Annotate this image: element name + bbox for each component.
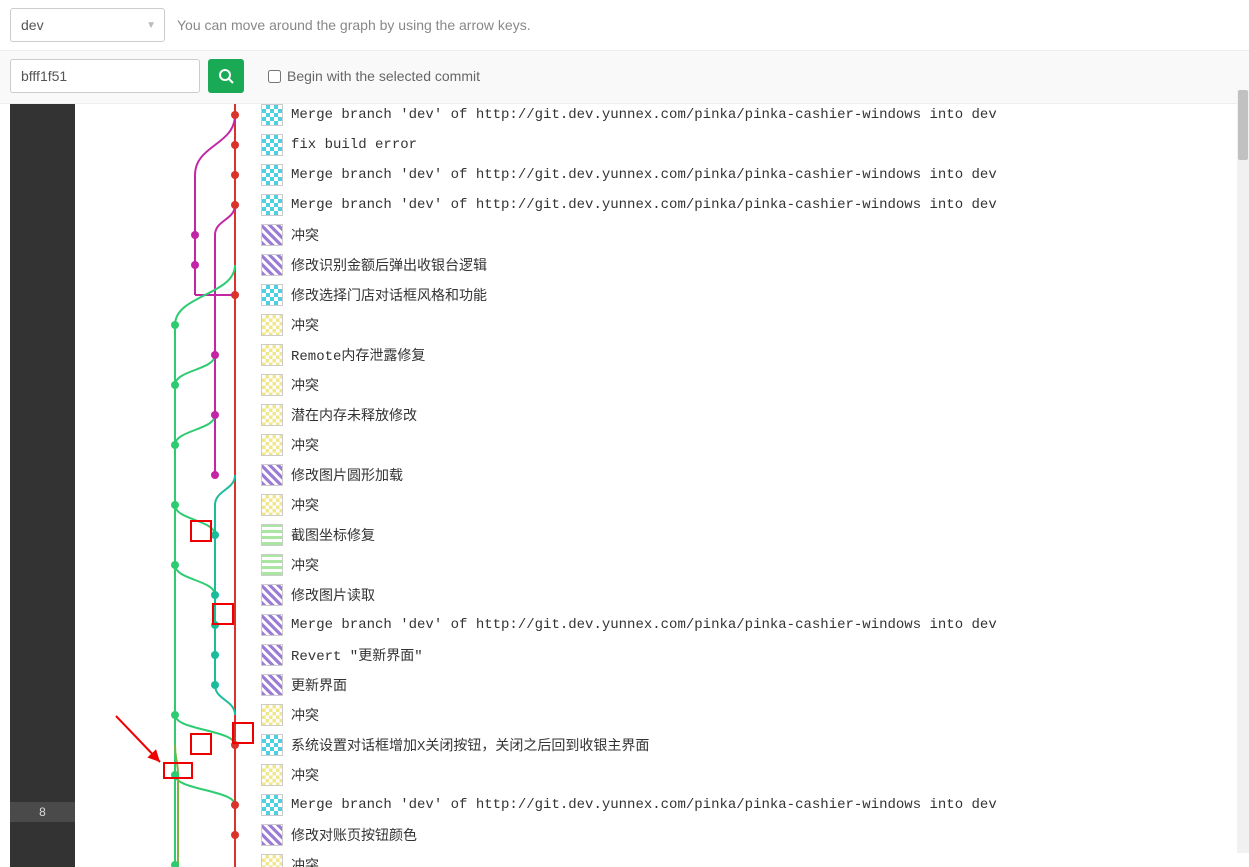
commit-avatar — [261, 524, 283, 546]
graph-lines — [75, 104, 275, 867]
commit-row[interactable]: 修改选择门店对话框风格和功能 — [261, 280, 1237, 310]
commit-message: 冲突 — [291, 375, 319, 395]
commit-avatar — [261, 794, 283, 816]
begin-with-commit-text: Begin with the selected commit — [287, 68, 480, 84]
search-input[interactable] — [10, 59, 200, 93]
commit-message: 修改图片圆形加载 — [291, 465, 403, 485]
commit-row[interactable]: 修改对账页按钮颜色 — [261, 820, 1237, 850]
commit-message: Merge branch 'dev' of http://git.dev.yun… — [291, 197, 997, 213]
sidebar-count-badge: 8 — [10, 802, 75, 822]
commit-avatar — [261, 494, 283, 516]
top-bar: dev ▼ You can move around the graph by u… — [0, 0, 1249, 50]
vertical-scrollbar[interactable] — [1237, 90, 1249, 853]
commit-message: 冲突 — [291, 855, 319, 867]
commit-row[interactable]: 冲突 — [261, 700, 1237, 730]
commit-row[interactable]: Merge branch 'dev' of http://git.dev.yun… — [261, 790, 1237, 820]
commit-row[interactable]: 修改图片圆形加载 — [261, 460, 1237, 490]
graph-hint-text: You can move around the graph by using t… — [177, 17, 531, 33]
commit-message: Merge branch 'dev' of http://git.dev.yun… — [291, 107, 997, 123]
commit-row[interactable]: Merge branch 'dev' of http://git.dev.yun… — [261, 610, 1237, 640]
commit-row[interactable]: Merge branch 'dev' of http://git.dev.yun… — [261, 190, 1237, 220]
commit-row[interactable]: 冲突 — [261, 370, 1237, 400]
commit-avatar — [261, 854, 283, 867]
commit-message: Revert "更新界面" — [291, 645, 423, 665]
commit-avatar — [261, 734, 283, 756]
commit-avatar — [261, 824, 283, 846]
commit-message: Merge branch 'dev' of http://git.dev.yun… — [291, 167, 997, 183]
commit-message: 修改图片读取 — [291, 585, 375, 605]
left-sidebar: 8 — [10, 104, 75, 867]
commit-avatar — [261, 614, 283, 636]
commit-message: 修改识别金额后弹出收银台逻辑 — [291, 255, 487, 275]
commit-avatar — [261, 104, 283, 126]
commit-avatar — [261, 254, 283, 276]
commit-avatar — [261, 194, 283, 216]
commit-avatar — [261, 164, 283, 186]
commit-message: 冲突 — [291, 315, 319, 335]
search-button[interactable] — [208, 59, 244, 93]
commit-avatar — [261, 284, 283, 306]
commit-avatar — [261, 374, 283, 396]
commit-row[interactable]: 更新界面 — [261, 670, 1237, 700]
commit-message: 冲突 — [291, 435, 319, 455]
scrollbar-thumb[interactable] — [1238, 90, 1248, 160]
commit-avatar — [261, 464, 283, 486]
commit-message: 冲突 — [291, 765, 319, 785]
commit-avatar — [261, 584, 283, 606]
commit-row[interactable]: 冲突 — [261, 550, 1237, 580]
search-row: Begin with the selected commit — [0, 50, 1249, 104]
commit-avatar — [261, 434, 283, 456]
commit-row[interactable]: 冲突 — [261, 490, 1237, 520]
commit-avatar — [261, 644, 283, 666]
commit-message: 截图坐标修复 — [291, 525, 375, 545]
commit-row[interactable]: 截图坐标修复 — [261, 520, 1237, 550]
commit-message: Merge branch 'dev' of http://git.dev.yun… — [291, 797, 997, 813]
commit-avatar — [261, 224, 283, 246]
commit-avatar — [261, 764, 283, 786]
commit-message: 冲突 — [291, 495, 319, 515]
commit-row[interactable]: 系统设置对话框增加X关闭按钮，关闭之后回到收银主界面 — [261, 730, 1237, 760]
commit-avatar — [261, 134, 283, 156]
commit-avatar — [261, 674, 283, 696]
commit-row[interactable]: 冲突 — [261, 760, 1237, 790]
commit-row[interactable]: 冲突 — [261, 310, 1237, 340]
search-icon — [218, 68, 234, 84]
branch-select-value: dev — [21, 17, 44, 33]
commit-row[interactable]: 潜在内存未释放修改 — [261, 400, 1237, 430]
begin-with-commit-label[interactable]: Begin with the selected commit — [268, 68, 480, 84]
main-area: 8 Merge branch 'dev' of http://git.dev.y… — [0, 104, 1249, 867]
commit-message: 冲突 — [291, 225, 319, 245]
commit-message: 潜在内存未释放修改 — [291, 405, 417, 425]
commit-avatar — [261, 704, 283, 726]
commit-message: 修改选择门店对话框风格和功能 — [291, 285, 487, 305]
commit-message: 系统设置对话框增加X关闭按钮，关闭之后回到收银主界面 — [291, 735, 649, 755]
commit-graph[interactable]: Merge branch 'dev' of http://git.dev.yun… — [75, 104, 1237, 867]
chevron-down-icon: ▼ — [146, 20, 156, 31]
commit-avatar — [261, 314, 283, 336]
commit-row[interactable]: Remote内存泄露修复 — [261, 340, 1237, 370]
commit-message: fix build error — [291, 137, 417, 153]
commit-message: Remote内存泄露修复 — [291, 345, 425, 365]
commit-avatar — [261, 554, 283, 576]
commit-row[interactable]: 修改图片读取 — [261, 580, 1237, 610]
begin-with-commit-checkbox[interactable] — [268, 70, 281, 83]
commit-row[interactable]: Merge branch 'dev' of http://git.dev.yun… — [261, 104, 1237, 130]
commit-message: 更新界面 — [291, 675, 347, 695]
commit-message: 冲突 — [291, 555, 319, 575]
commit-row[interactable]: fix build error — [261, 130, 1237, 160]
commit-row[interactable]: 冲突 — [261, 430, 1237, 460]
commit-message: 修改对账页按钮颜色 — [291, 825, 417, 845]
commit-message: 冲突 — [291, 705, 319, 725]
commit-message: Merge branch 'dev' of http://git.dev.yun… — [291, 617, 997, 633]
commit-row[interactable]: Revert "更新界面" — [261, 640, 1237, 670]
commit-avatar — [261, 344, 283, 366]
branch-select[interactable]: dev ▼ — [10, 8, 165, 42]
commit-list: Merge branch 'dev' of http://git.dev.yun… — [261, 104, 1237, 867]
commit-row[interactable]: Merge branch 'dev' of http://git.dev.yun… — [261, 160, 1237, 190]
commit-row[interactable]: 冲突 — [261, 220, 1237, 250]
commit-avatar — [261, 404, 283, 426]
commit-row[interactable]: 修改识别金额后弹出收银台逻辑 — [261, 250, 1237, 280]
